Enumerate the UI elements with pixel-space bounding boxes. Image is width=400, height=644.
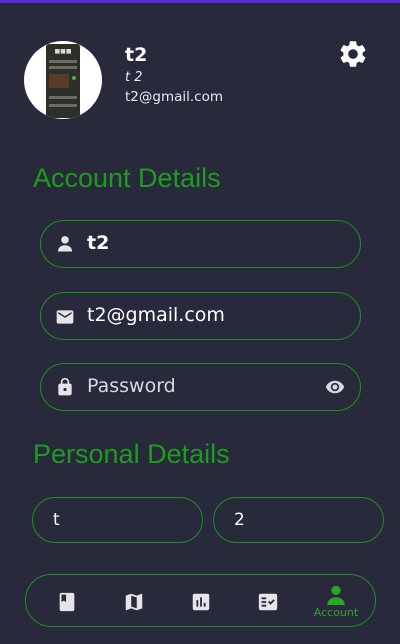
personal-details-heading: Personal Details (33, 439, 230, 469)
last-name-field[interactable]: 2 (213, 497, 384, 543)
last-name-value: 2 (234, 510, 245, 530)
nav-item-chart[interactable] (176, 575, 226, 628)
gear-icon[interactable] (337, 38, 369, 70)
chart-icon (192, 593, 210, 610)
eye-icon[interactable] (324, 377, 346, 397)
nav-item-account[interactable]: Account (311, 575, 361, 628)
avatar-image-band (49, 96, 77, 99)
book-icon (59, 592, 75, 611)
username-value: t2 (87, 232, 110, 254)
person-icon (57, 236, 73, 252)
lock-icon (58, 377, 72, 396)
nav-item-book[interactable] (42, 575, 92, 628)
map-icon (125, 593, 143, 610)
avatar-image: ■■■ (46, 44, 80, 118)
top-accent-line (0, 0, 400, 3)
avatar-image-dot (72, 76, 76, 80)
password-field[interactable]: Password (40, 363, 361, 411)
person-icon (327, 585, 345, 606)
password-placeholder: Password (87, 375, 176, 397)
nav-item-map[interactable] (109, 575, 159, 628)
account-details-heading: Account Details (33, 163, 221, 193)
avatar-image-band (49, 60, 77, 63)
mail-icon (56, 310, 74, 324)
profile-email: t2@gmail.com (125, 89, 224, 105)
nav-item-checklist[interactable] (243, 575, 293, 628)
avatar-image-band (49, 104, 77, 107)
email-value: t2@gmail.com (87, 304, 225, 326)
avatar-image-band (49, 66, 77, 69)
checklist-icon (258, 593, 278, 610)
profile-full-name: t 2 (125, 70, 143, 85)
avatar[interactable]: ■■■ (24, 41, 102, 119)
first-name-value: t (53, 510, 60, 530)
nav-account-label: Account (313, 606, 359, 619)
bottom-nav: Account (25, 574, 376, 627)
profile-name: t2 (125, 44, 148, 66)
avatar-image-header: ■■■ (54, 48, 72, 55)
avatar-image-block (49, 74, 69, 88)
username-field[interactable]: t2 (40, 220, 361, 268)
email-field[interactable]: t2@gmail.com (40, 292, 361, 340)
first-name-field[interactable]: t (32, 497, 203, 543)
